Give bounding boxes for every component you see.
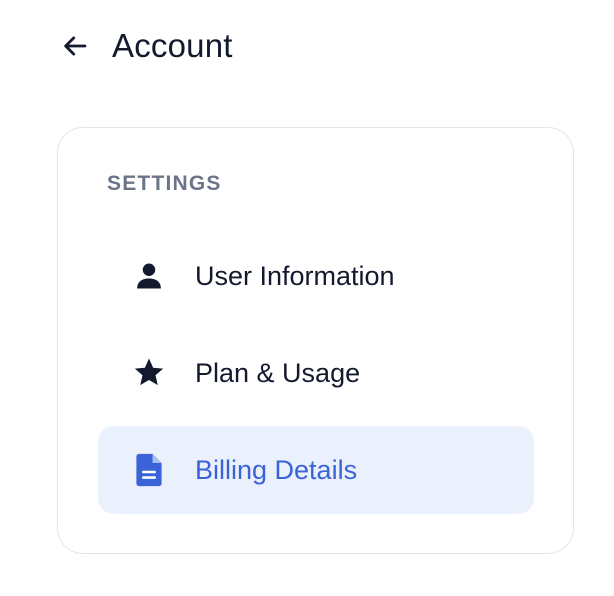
settings-card: SETTINGS User Information Plan & Usage B… (57, 127, 574, 554)
nav-item-label: Billing Details (195, 454, 358, 485)
page-header: Account (60, 24, 233, 68)
section-label: SETTINGS (107, 172, 222, 195)
arrow-left-icon (64, 36, 87, 56)
nav-item-label: Plan & Usage (195, 357, 361, 388)
page-title: Account (112, 27, 233, 64)
document-icon (132, 453, 166, 487)
nav-item-label: User Information (195, 260, 395, 291)
star-icon (132, 356, 166, 390)
user-icon (132, 259, 166, 293)
sidebar-item-user-information[interactable]: User Information (98, 232, 534, 320)
sidebar-item-plan-usage[interactable]: Plan & Usage (98, 329, 534, 417)
sidebar-item-billing-details[interactable]: Billing Details (98, 426, 534, 514)
back-button[interactable] (60, 29, 94, 63)
